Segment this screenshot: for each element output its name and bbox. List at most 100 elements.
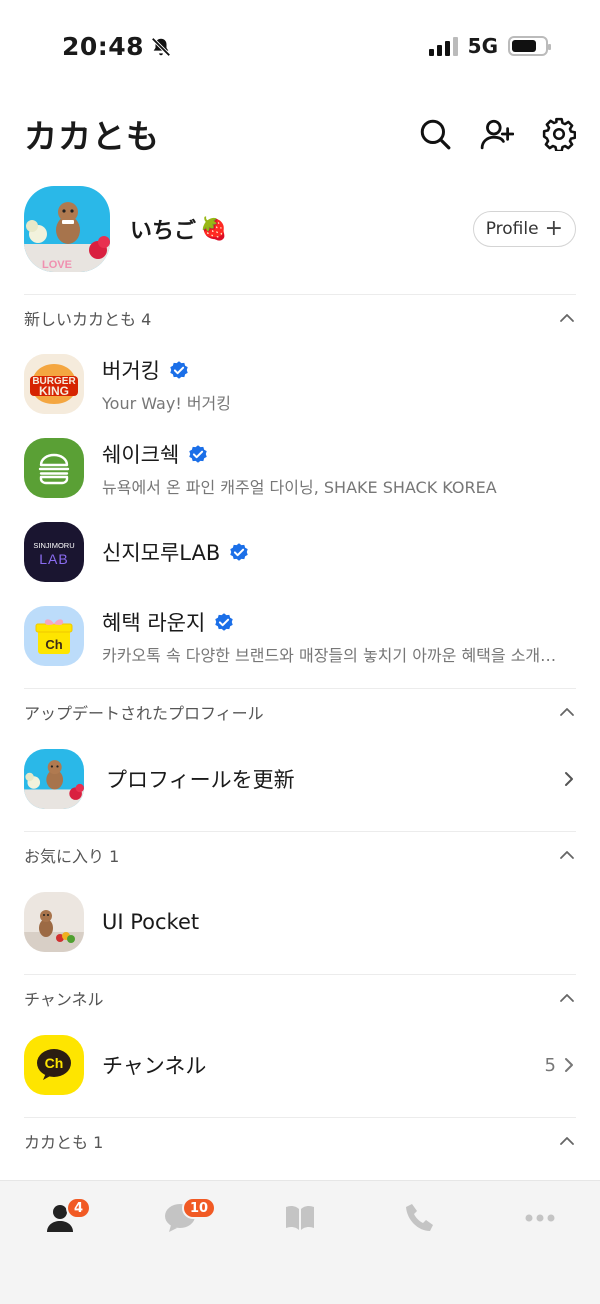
my-profile-name: いちご 🍓 <box>130 213 473 245</box>
chevron-up-icon[interactable] <box>558 989 576 1007</box>
divider <box>24 1117 576 1118</box>
phone-icon <box>406 1204 433 1231</box>
divider <box>24 831 576 832</box>
my-profile[interactable]: LOVE いちご 🍓 Profile + <box>24 186 576 272</box>
search-icon[interactable] <box>418 117 452 151</box>
list-item-sinjimoru-lab[interactable]: SINJIMORU LAB 신지모루LAB <box>24 522 576 582</box>
list-item-benefit-lounge[interactable]: Ch 혜택 라운지 카카오톡 속 다양한 브랜드와 매장들의 놓치기 아까운 혜… <box>24 606 576 666</box>
open-book-icon <box>286 1205 314 1230</box>
time-text: 20:48 <box>62 32 145 61</box>
list-item-burger-king[interactable]: BURGER KING 버거킹 Your Way! 버거킹 <box>24 354 576 414</box>
row-label: プロフィールを更新 <box>106 768 295 792</box>
tab-bar: 4 10 <box>0 1180 600 1304</box>
profile-button-label: Profile <box>485 219 539 239</box>
section-title: お気に入り 1 <box>24 847 120 866</box>
network-type: 5G <box>467 34 498 58</box>
sinjimoru-lab-logo: SINJIMORU LAB <box>24 522 84 582</box>
row-text: 버거킹 Your Way! 버거킹 <box>102 355 576 414</box>
strawberry-emoji: 🍓 <box>200 216 228 242</box>
header: カカとも <box>24 108 576 160</box>
friend-status-message: 카카오톡 속 다양한 브랜드와 매장들의 놓치기 아까운 혜택을 소개… <box>102 645 557 665</box>
section-header-channels[interactable]: チャンネル <box>24 983 576 1013</box>
section-header-new-friends[interactable]: 新しいカカとも 4 <box>24 303 576 333</box>
divider <box>24 974 576 975</box>
list-item-updated-profiles[interactable]: プロフィールを更新 <box>24 749 576 809</box>
row-text: 신지모루LAB <box>102 537 576 567</box>
friend-name: 버거킹 <box>102 358 160 383</box>
chevron-up-icon[interactable] <box>558 309 576 327</box>
section-title: チャンネル <box>24 990 104 1009</box>
section-header-favorites[interactable]: お気に入り 1 <box>24 840 576 870</box>
chevron-right-icon <box>565 772 573 786</box>
list-item-channels[interactable]: Ch チャンネル 5 <box>24 1035 576 1095</box>
friend-name: 쉐이크쉑 <box>102 442 180 467</box>
tab-chats[interactable]: 10 <box>150 1197 217 1241</box>
row-name-line: 혜택 라운지 <box>102 607 576 637</box>
friend-name: 혜택 라운지 <box>102 610 206 635</box>
friend-name: 신지모루LAB <box>102 541 221 565</box>
list-item-shake-shack[interactable]: 쉐이크쉑 뉴욕에서 온 파인 캐주얼 다이닝, SHAKE SHACK KORE… <box>24 438 576 498</box>
verified-badge-icon <box>215 612 233 631</box>
header-actions <box>418 117 576 151</box>
channel-count: 5 <box>545 1055 576 1076</box>
signal-icon <box>428 36 458 56</box>
section-title: カカとも 1 <box>24 1133 104 1152</box>
page-title: カカとも <box>24 117 160 156</box>
row-name-line: 신지모루LAB <box>102 537 576 567</box>
chats-badge: 10 <box>182 1197 217 1219</box>
row-text: 혜택 라운지 카카오톡 속 다양한 브랜드와 매장들의 놓치기 아까운 혜택을 … <box>102 607 576 666</box>
tab-calls[interactable] <box>390 1201 450 1241</box>
friend-name: UI Pocket <box>102 910 200 934</box>
add-friend-icon[interactable] <box>480 117 514 151</box>
my-name-text: いちご <box>130 219 197 244</box>
friend-status-message: 뉴욕에서 온 파인 캐주얼 다이닝, SHAKE SHACK KOREA <box>102 477 497 497</box>
svg-text:LOVE: LOVE <box>42 259 72 271</box>
chevron-up-icon[interactable] <box>558 846 576 864</box>
profile-plus-button[interactable]: Profile + <box>472 211 576 247</box>
logo-text: Ch <box>45 637 62 652</box>
my-avatar[interactable]: LOVE <box>24 186 110 272</box>
verified-badge-icon <box>230 543 248 561</box>
section-header-updated-profiles[interactable]: アップデートされたプロフィール <box>24 697 576 727</box>
battery-fill <box>512 40 536 52</box>
divider <box>24 688 576 689</box>
logo-text: KING <box>39 384 69 398</box>
logo-text: Ch <box>45 1055 64 1071</box>
divider <box>24 294 576 295</box>
plus-icon: + <box>544 216 563 241</box>
friend-status-message: Your Way! 버거킹 <box>102 393 231 413</box>
burger-king-logo: BURGER KING <box>24 354 84 414</box>
bell-muted-icon <box>151 36 171 57</box>
row-right <box>562 770 576 788</box>
row-name-line: 쉐이크쉑 <box>102 439 576 469</box>
settings-gear-icon[interactable] <box>542 117 576 151</box>
status-time: 20:48 <box>62 32 172 61</box>
tab-friends[interactable]: 4 <box>30 1197 92 1241</box>
favorite-avatar <box>24 892 84 952</box>
verified-badge-icon <box>170 360 188 379</box>
list-item-favorite[interactable]: UI Pocket <box>24 892 576 952</box>
benefit-lounge-logo: Ch <box>24 606 84 666</box>
channel-count-value: 5 <box>544 1054 556 1076</box>
battery-icon <box>508 36 551 56</box>
row-text: プロフィールを更新 <box>106 764 562 794</box>
tab-view[interactable] <box>270 1201 330 1241</box>
section-title: 新しいカカとも 4 <box>24 310 152 329</box>
friends-badge: 4 <box>66 1197 92 1219</box>
tab-more[interactable] <box>510 1201 570 1241</box>
row-text: 쉐이크쉑 뉴욕에서 온 파인 캐주얼 다이닝, SHAKE SHACK KORE… <box>102 439 576 498</box>
chevron-up-icon[interactable] <box>558 1132 576 1150</box>
shake-shack-logo <box>24 438 84 498</box>
logo-text: LAB <box>39 551 68 567</box>
channel-logo: Ch <box>24 1035 84 1095</box>
logo-text: SINJIMORU <box>33 541 74 550</box>
section-header-friends[interactable]: カカとも 1 <box>24 1126 576 1156</box>
row-label: チャンネル <box>102 1054 207 1078</box>
chevron-up-icon[interactable] <box>558 703 576 721</box>
more-dots-icon <box>525 1214 555 1222</box>
section-title: アップデートされたプロフィール <box>24 704 264 723</box>
status-bar: 20:48 5G <box>0 0 600 96</box>
chevron-right-icon <box>565 1058 573 1072</box>
row-name-line: 버거킹 <box>102 355 576 385</box>
updated-profile-avatar <box>24 749 84 809</box>
